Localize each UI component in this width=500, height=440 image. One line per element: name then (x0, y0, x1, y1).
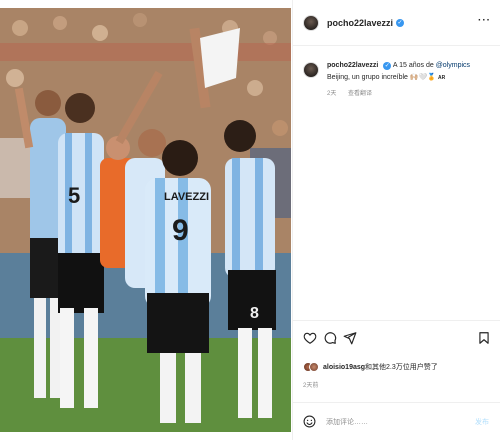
liker-avatar (309, 362, 319, 372)
emoji-smiley-icon[interactable] (303, 415, 316, 428)
post-timestamp: 2天前 (303, 383, 319, 389)
post-comment-button[interactable]: 发布 (475, 417, 489, 427)
post-header: pocho22lavezzi ✓ ··· (293, 0, 500, 46)
comment-input[interactable]: 添加评论…… (326, 417, 475, 427)
translate-link[interactable]: 查看翻译 (348, 91, 372, 97)
jersey-number: 9 (172, 214, 189, 247)
post-time: 2天 (327, 91, 337, 97)
post-caption: pocho22lavezzi ✓ A 15 años de @olympics … (303, 60, 493, 100)
player-number-left: 5 (68, 183, 80, 208)
likes-summary[interactable]: aloisio19asg和其他2.3万位用户赞了 (303, 362, 438, 372)
author-username[interactable]: pocho22lavezzi (327, 18, 393, 28)
action-bar (293, 320, 500, 356)
caption-line-2: Beijing, un grupo increíble 🙌🏼🤍🏅 (327, 74, 437, 81)
share-send-icon[interactable] (343, 331, 357, 345)
likes-count-text: 和其他2.3万位用户赞了 (365, 364, 438, 371)
bookmark-save-icon[interactable] (477, 331, 491, 345)
like-heart-icon[interactable] (303, 331, 317, 345)
post-photo[interactable]: 5 LAVEZZI 9 8 (0, 8, 291, 432)
caption-avatar[interactable] (303, 62, 319, 78)
caption-text: A 15 años de (392, 62, 436, 69)
post-media: 5 LAVEZZI 9 8 (0, 0, 292, 440)
caption-mention-link[interactable]: @olympics (436, 62, 470, 69)
comment-bubble-icon[interactable] (323, 331, 337, 345)
jersey-name: LAVEZZI (164, 191, 209, 203)
caption-flag: AR (438, 75, 446, 81)
verified-badge-icon: ✓ (396, 18, 405, 27)
likes-username[interactable]: aloisio19asg (323, 364, 365, 371)
more-options-icon[interactable]: ··· (478, 15, 491, 26)
caption-username[interactable]: pocho22lavezzi (327, 62, 378, 69)
comment-bar: 添加评论…… 发布 (293, 402, 500, 440)
player-number-right: 8 (250, 305, 259, 322)
post-sidebar: pocho22lavezzi ✓ ··· pocho22lavezzi ✓ A … (292, 0, 500, 440)
caption-verified-badge-icon: ✓ (383, 62, 392, 70)
author-avatar[interactable] (303, 14, 319, 31)
